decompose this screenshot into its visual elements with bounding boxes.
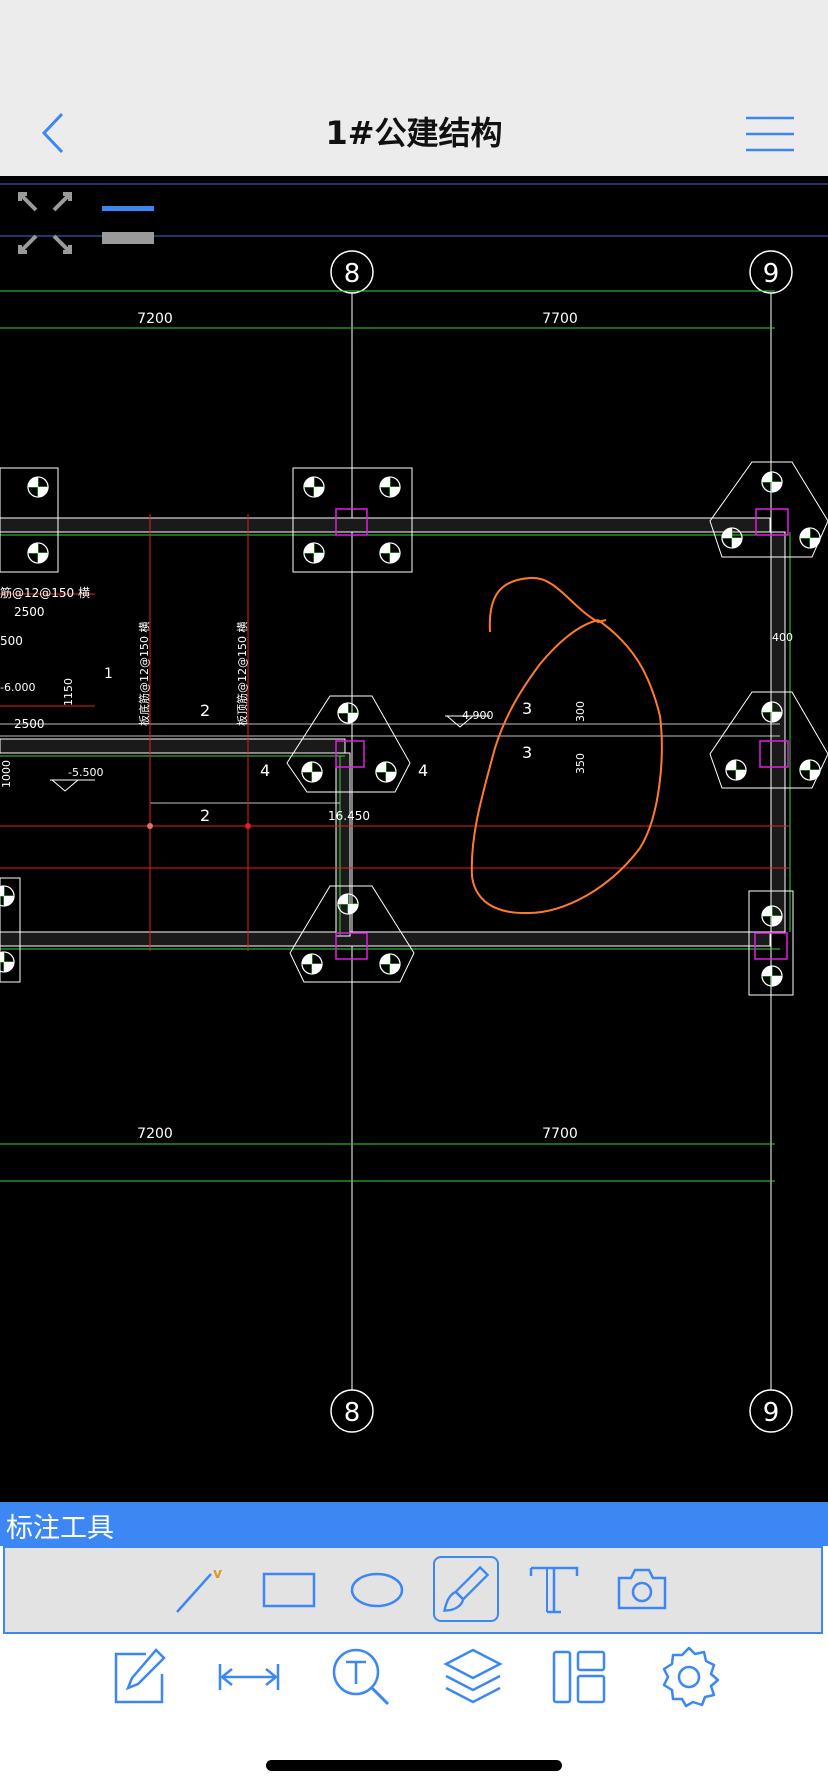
pile-symbol (799, 527, 821, 549)
pile-symbol (721, 527, 743, 549)
home-indicator (266, 1760, 562, 1771)
drawing-canvas[interactable]: 8 9 8 9 7200 7700 7200 7700 筋@12@150 横 2… (0, 176, 828, 1502)
layout-icon (552, 1650, 606, 1704)
text-tool-icon (529, 1566, 579, 1614)
pile-symbol (379, 953, 401, 975)
pile-symbol (303, 476, 325, 498)
toolbar-title: 标注工具 (6, 1513, 114, 1544)
annotation-toolbar: v (3, 1546, 823, 1634)
svg-text:8: 8 (344, 1398, 361, 1428)
layers-icon (443, 1648, 503, 1704)
annotation-toolbar-header: 标注工具 (0, 1502, 828, 1546)
annotation-text: 400 (772, 631, 793, 644)
annotation-text: 4 (418, 761, 428, 780)
dimension-text: 7200 (137, 311, 173, 327)
text-tool-button[interactable] (521, 1556, 587, 1622)
pile-symbol (379, 476, 401, 498)
svg-text:9: 9 (763, 259, 780, 289)
pile-symbol (27, 542, 49, 564)
pile-symbol (337, 702, 359, 724)
brush-tool-button[interactable] (433, 1556, 499, 1622)
pile-symbol (761, 701, 783, 723)
settings-icon (662, 1646, 720, 1708)
pile-symbol (303, 542, 325, 564)
camera-tool-button[interactable] (609, 1556, 675, 1622)
axis-marker-8-top: 8 (330, 250, 374, 294)
text-search-icon (332, 1648, 390, 1706)
pile-symbol (301, 953, 323, 975)
annotation-text: 1 (104, 666, 113, 682)
rectangle-tool-button[interactable] (256, 1556, 322, 1622)
annotation-text: 板底筋@12@150 横 (137, 622, 151, 727)
pile-symbol (379, 542, 401, 564)
svg-text:9: 9 (763, 1398, 780, 1428)
pile-symbol (375, 761, 397, 783)
menu-button[interactable] (742, 112, 798, 156)
pile-symbols (0, 471, 821, 987)
annotation-text: 16.450 (328, 809, 370, 823)
annotation-text: 筋@12@150 横 (0, 585, 90, 600)
pile-symbol (301, 761, 323, 783)
axis-marker-9-top: 9 (749, 250, 793, 294)
layers-button[interactable] (440, 1644, 506, 1710)
axis-marker-8-bottom: 8 (330, 1389, 374, 1433)
annotation-text: 4 (260, 761, 270, 780)
annotation-text: 2500 (14, 605, 45, 619)
pile-symbol (0, 885, 15, 907)
fullscreen-icon[interactable] (18, 192, 72, 254)
hamburger-menu-icon (746, 116, 794, 152)
edit-button[interactable] (106, 1644, 172, 1710)
annotation-text: 3 (522, 743, 532, 762)
ellipse-tool-icon (350, 1572, 404, 1608)
measure-button[interactable] (216, 1644, 282, 1710)
pile-symbol (337, 893, 359, 915)
text-search-button[interactable] (328, 1644, 394, 1710)
annotation-text: 板顶筋@12@150 横 (235, 622, 249, 727)
annotation-text: 1000 (0, 760, 13, 788)
status-bar (0, 0, 828, 90)
line-tool-icon: v (176, 1566, 222, 1613)
annotation-text: 2 (200, 701, 210, 720)
annotation-text: 350 (574, 753, 587, 774)
annotation-text: -6.000 (0, 681, 35, 694)
pile-symbol (761, 965, 783, 987)
camera-tool-icon (617, 1568, 667, 1610)
ellipse-tool-button[interactable] (344, 1556, 410, 1622)
measure-icon (218, 1664, 280, 1690)
axis-marker-9-bottom: 9 (749, 1389, 793, 1433)
annotation-text: 2500 (14, 717, 45, 731)
settings-button[interactable] (656, 1644, 722, 1710)
edit-icon (114, 1648, 166, 1704)
svg-text:v: v (213, 1566, 222, 1582)
brush-tool-icon (442, 1565, 490, 1612)
annotation-text: 1150 (62, 678, 75, 706)
pile-symbol (725, 759, 747, 781)
annotation-text: -5.500 (68, 766, 103, 779)
column (335, 508, 789, 960)
annotation-text: 2 (200, 806, 210, 825)
annotation-text: 300 (574, 701, 587, 722)
pile-symbol (0, 951, 15, 973)
dimension-text: 7700 (542, 311, 578, 327)
freehand-markup[interactable] (470, 576, 663, 915)
line-weight-icon[interactable] (102, 206, 154, 244)
pile-symbol (799, 759, 821, 781)
layout-button[interactable] (546, 1644, 612, 1710)
rectangle-tool-icon (262, 1572, 316, 1608)
pile-symbol (27, 476, 49, 498)
pile-symbol (761, 471, 783, 493)
pile-cap (0, 461, 828, 996)
annotation-text: 3 (522, 699, 532, 718)
dimension-text: 7200 (137, 1126, 173, 1142)
page-title: 1#公建结构 (325, 114, 503, 152)
line-tool-button[interactable]: v (167, 1556, 233, 1622)
dimension-text: 7700 (542, 1126, 578, 1142)
pile-symbol (761, 905, 783, 927)
annotation-text: 500 (0, 634, 23, 648)
nav-bar: 1#公建结构 (0, 90, 828, 177)
svg-text:8: 8 (344, 259, 361, 289)
